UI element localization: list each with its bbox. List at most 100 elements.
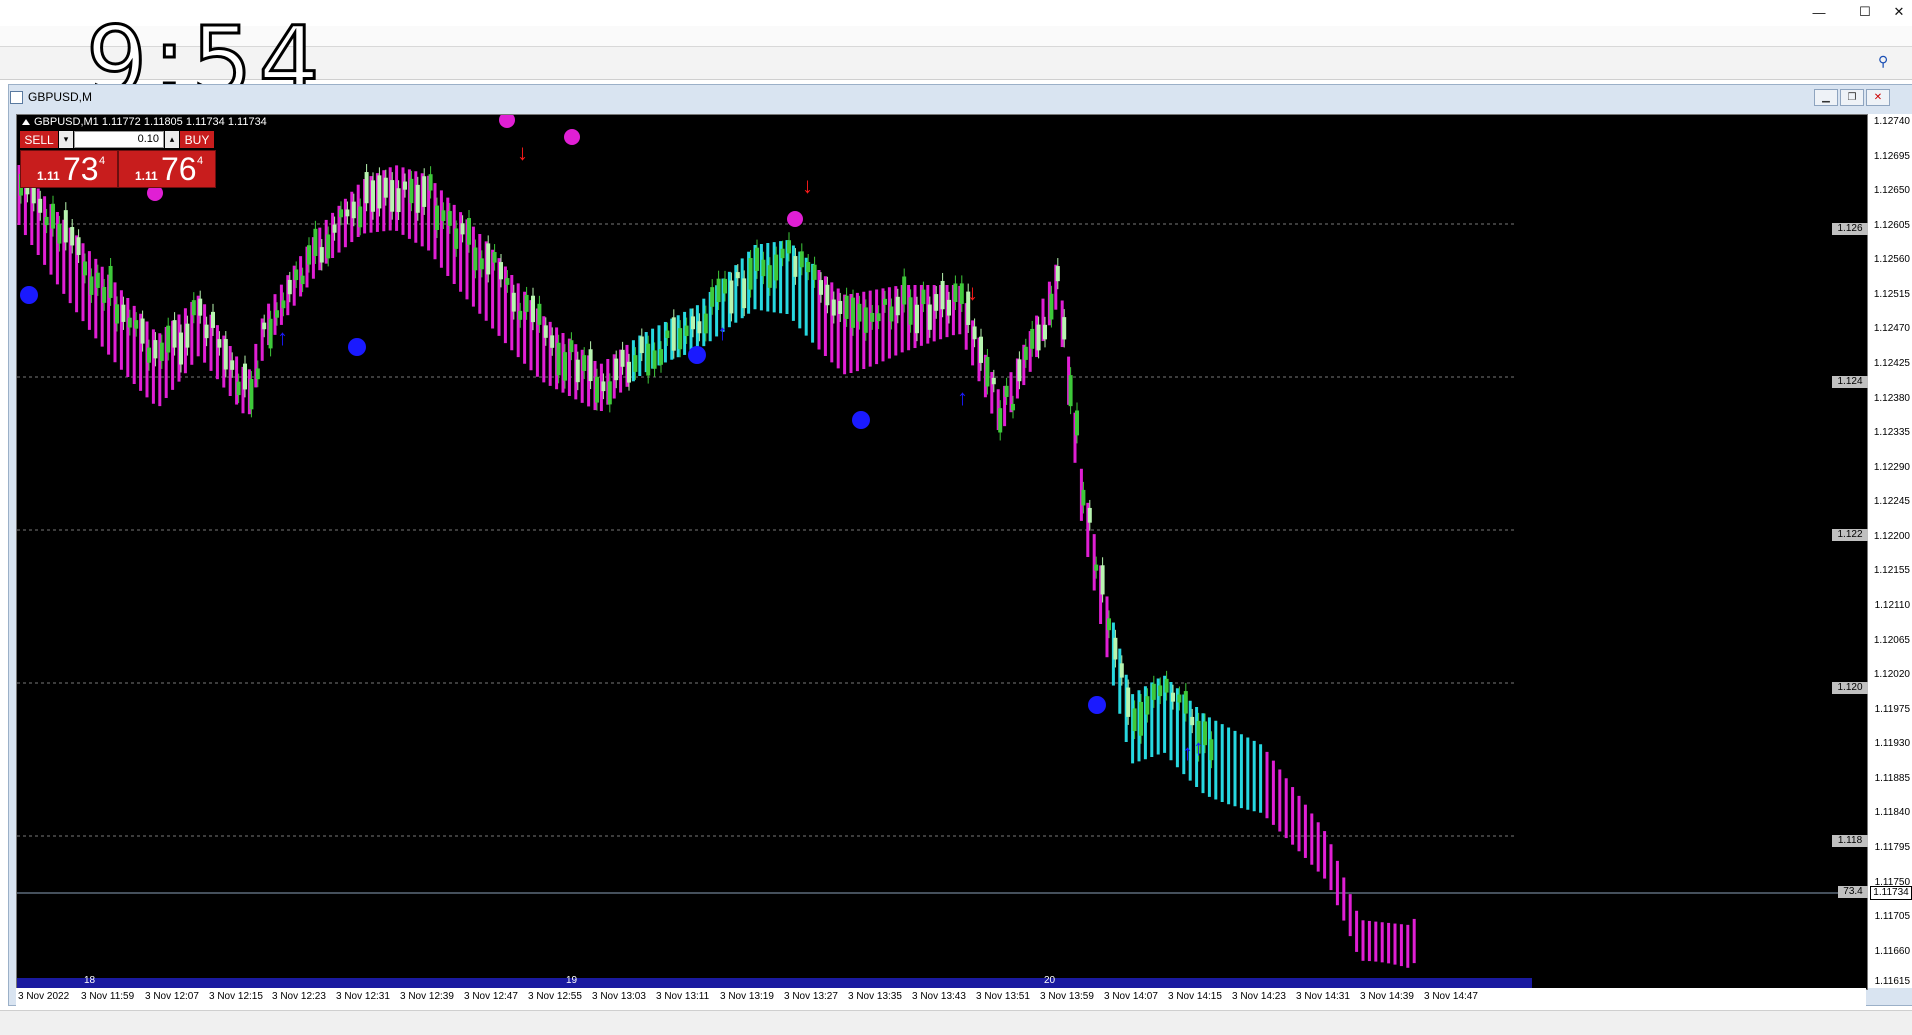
candle-body — [537, 303, 542, 325]
candle-body — [870, 312, 875, 322]
candle-body — [351, 201, 356, 219]
price-tick: 1.12110 — [1874, 600, 1910, 611]
candle-body — [1126, 687, 1131, 717]
time-label: 3 Nov 2022 — [18, 991, 70, 1002]
candle-body — [198, 298, 203, 316]
candle-body — [364, 172, 369, 204]
buy-price-box[interactable]: 1.11 76 4 — [118, 150, 216, 188]
candle-body — [70, 227, 75, 246]
level-label: 1.118 — [1832, 835, 1868, 847]
candle-body — [921, 289, 926, 305]
signal-marker — [499, 115, 515, 128]
candle-body — [1017, 359, 1022, 382]
candle-body — [703, 313, 708, 334]
candle-body — [159, 342, 164, 361]
candle-body — [883, 298, 887, 305]
candle-body — [223, 339, 228, 370]
time-label: 3 Nov 14:15 — [1168, 991, 1222, 1002]
bid-tag: 73.4 — [1838, 886, 1868, 898]
candle-body — [780, 248, 785, 259]
candle-body — [38, 198, 43, 213]
candle-body — [857, 303, 862, 322]
candle-body — [1132, 708, 1137, 732]
candle-body — [1094, 564, 1099, 571]
chart-minimize-icon[interactable]: ▁ — [1814, 89, 1838, 106]
candle-body — [1145, 696, 1150, 715]
candle-body — [499, 262, 503, 280]
candle-body — [422, 176, 427, 207]
volume-decrease-icon[interactable]: ▾ — [59, 131, 73, 148]
chart-close-icon[interactable]: ✕ — [1866, 89, 1890, 106]
candle-body — [326, 234, 331, 259]
signal-marker — [787, 211, 803, 227]
time-label: 3 Nov 12:15 — [209, 991, 263, 1002]
candle-body — [511, 292, 516, 312]
signal-marker — [20, 286, 38, 304]
candle-body — [51, 203, 55, 229]
sell-price-sup: 4 — [99, 155, 106, 167]
status-bar — [0, 1010, 1912, 1035]
candle-body — [275, 310, 279, 318]
candle-body — [652, 350, 657, 369]
price-chart[interactable]: ↑ ↑ ↑ ↑ ↑ ↓ ↓ ↓ — [16, 114, 1868, 990]
candle-body — [979, 336, 983, 363]
price-tick: 1.12335 — [1873, 427, 1910, 438]
candle-body — [755, 247, 759, 271]
candle-body — [620, 349, 625, 367]
candle-body — [1049, 293, 1054, 320]
period-label: 20 — [1044, 975, 1056, 986]
chart-window-tab[interactable]: GBPUSD,M — [10, 88, 92, 106]
candle-body — [204, 324, 209, 339]
candle-body — [486, 243, 491, 275]
candle-body — [1139, 701, 1143, 736]
candle-body — [819, 280, 823, 295]
collapse-triangle-icon[interactable] — [22, 119, 30, 125]
candle-body — [595, 376, 599, 403]
candle-body — [147, 347, 151, 363]
candle-body — [588, 349, 593, 382]
price-axis[interactable] — [1868, 114, 1912, 988]
candle-body — [1023, 346, 1028, 360]
sell-button[interactable]: SELL — [20, 131, 58, 148]
volume-increase-icon[interactable]: ▴ — [165, 131, 179, 148]
chart-restore-icon[interactable]: ❐ — [1840, 89, 1864, 106]
candle-body — [1036, 324, 1041, 351]
volume-input[interactable]: 0.10 — [74, 131, 164, 148]
level-label: 1.122 — [1832, 529, 1868, 541]
candle-body — [172, 320, 177, 348]
chart-tab-title: GBPUSD,M — [28, 90, 93, 104]
candle-body — [563, 352, 567, 381]
candle-body — [646, 343, 651, 376]
minimize-icon[interactable]: — — [1796, 0, 1842, 24]
candle-body — [940, 280, 945, 310]
candle-body — [1119, 663, 1124, 678]
price-tick: 1.11795 — [1874, 842, 1910, 853]
candle-body — [793, 256, 798, 277]
time-label: 3 Nov 12:31 — [336, 991, 390, 1002]
candle-body — [1190, 716, 1195, 726]
candle-body — [479, 258, 484, 270]
search-icon[interactable]: ⚲ — [1878, 53, 1888, 70]
price-tick: 1.12515 — [1873, 289, 1910, 300]
price-tick: 1.11975 — [1874, 704, 1910, 715]
arrow-up-icon: ↑ — [717, 320, 728, 345]
price-tick: 1.12200 — [1873, 531, 1910, 542]
candle-body — [230, 360, 235, 370]
candle-body — [1171, 692, 1175, 702]
candle-body — [211, 311, 215, 328]
candle-body — [460, 223, 465, 235]
candle-body — [607, 381, 612, 405]
price-tick: 1.12695 — [1873, 151, 1910, 162]
price-tick: 1.12380 — [1873, 393, 1910, 404]
sell-price-box[interactable]: 1.11 73 4 — [20, 150, 118, 188]
candle-body — [255, 368, 260, 380]
candle-body — [358, 206, 363, 228]
candle-body — [902, 276, 907, 305]
candle-body — [396, 188, 401, 213]
buy-button[interactable]: BUY — [180, 131, 214, 148]
candle-body — [281, 300, 286, 309]
candle-body — [838, 300, 843, 314]
close-icon[interactable]: ✕ — [1876, 0, 1912, 24]
candle-body — [236, 381, 241, 396]
candle-body — [863, 307, 868, 333]
